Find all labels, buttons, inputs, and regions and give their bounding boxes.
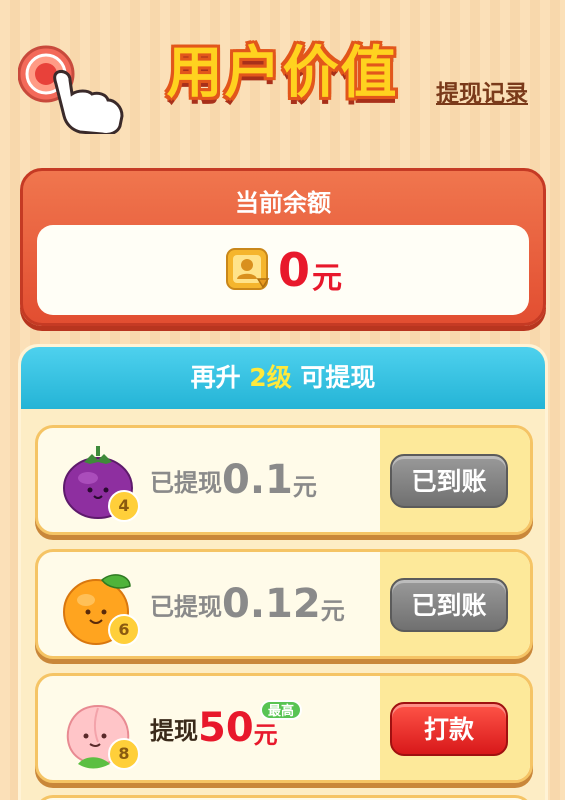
levels-header-prefix: 再升 [190, 363, 241, 392]
reward-amount: 0.12 [222, 581, 321, 627]
reward-amount: 0.1 [222, 457, 293, 503]
page-title: 用户价值 [166, 41, 399, 106]
level-badge: 4 [108, 490, 140, 522]
level-badge: 6 [108, 614, 140, 646]
withdraw-levels-panel: 再升 2级 可提现 4 已提现 0.1 元 已到账 6 已提现 0.12 元 已… [18, 344, 548, 800]
withdraw-history-link[interactable]: 提现记录 [436, 74, 528, 108]
levels-header: 再升 2级 可提现 [21, 347, 545, 409]
reward-row-partial [35, 795, 533, 800]
received-button[interactable]: 已到账 [390, 454, 508, 508]
reward-text: 已提现 0.1 元 [150, 428, 317, 532]
reward-unit: 元 [292, 472, 317, 501]
tap-hand-icon [17, 45, 124, 143]
reward-unit: 元 [320, 596, 345, 625]
max-badge: 最高 [260, 700, 303, 720]
received-button[interactable]: 已到账 [390, 578, 508, 632]
reward-prefix: 已提现 [150, 468, 222, 497]
balance-label: 当前余额 [235, 189, 331, 217]
reward-amount: 50 [198, 705, 254, 751]
reward-row: 6 已提现 0.12 元 已到账 [35, 549, 533, 659]
wallet-user-icon [225, 248, 270, 290]
withdraw-button[interactable]: 打款 [390, 702, 508, 756]
balance-amount: 0 [277, 243, 310, 297]
header: 用户价值 提现记录 [0, 0, 565, 150]
balance-unit: 元 [312, 261, 342, 296]
levels-header-suffix: 可提现 [300, 363, 376, 392]
balance-card: 当前余额 0 元 [20, 168, 546, 326]
reward-row: 8 提现 50 元 最高 打款 [35, 673, 533, 783]
reward-row: 4 已提现 0.1 元 已到账 [35, 425, 533, 535]
level-badge: 8 [108, 738, 140, 770]
reward-text: 提现 50 元 [150, 676, 278, 780]
balance-display: 0 元 [37, 225, 529, 315]
back-button[interactable] [17, 44, 128, 143]
reward-prefix: 已提现 [150, 592, 222, 621]
reward-prefix: 提现 [150, 716, 198, 745]
levels-header-highlight: 2级 [249, 363, 292, 392]
reward-text: 已提现 0.12 元 [150, 552, 345, 656]
